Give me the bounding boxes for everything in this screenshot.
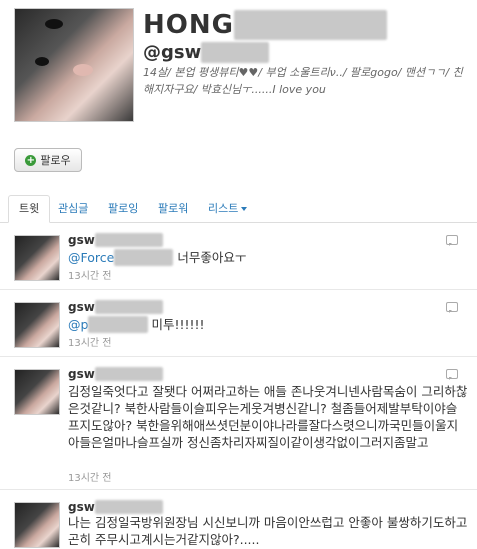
tweet-avatar[interactable] xyxy=(14,369,60,415)
tweet-body: 미투!!!!!! xyxy=(151,317,205,332)
tweet-avatar[interactable] xyxy=(14,502,60,548)
tweet-username-text: gsw xyxy=(68,233,95,247)
tab-lists[interactable]: 리스트 xyxy=(208,196,248,222)
tweet-body: 너무좋아요ㅜ xyxy=(177,250,247,265)
profile-tabs: 트윗 관심글 팔로잉 팔로워 리스트 xyxy=(0,192,477,223)
profile-handle-visible: @gsw xyxy=(143,42,202,63)
plus-icon: + xyxy=(25,154,37,166)
tweet-item: gsw■■■■■■ @Force■■■■■ 너무좋아요ㅜ 13시간 전 xyxy=(0,223,477,290)
redacted-handle: ■■■■ xyxy=(201,42,270,63)
avatar-detail xyxy=(35,57,49,66)
redacted-username: ■■■■■■ xyxy=(94,500,163,514)
tweet-item: gsw■■■■■■ 김정일죽엇다고 잘됏다 어쩌라고하는 애들 존나웃겨니넨사람… xyxy=(0,357,477,490)
profile-handle: @gsw■■■■ xyxy=(143,42,270,63)
tweet-text: @p■■■■■ 미투!!!!!! xyxy=(68,316,468,333)
tweet-username[interactable]: gsw■■■■■■ xyxy=(68,300,163,314)
tweet-username-text: gsw xyxy=(68,367,95,381)
tweet-item: gsw■■■■■■ @p■■■■■ 미투!!!!!! 13시간 전 xyxy=(0,290,477,357)
redacted-username: ■■■■■■ xyxy=(94,233,163,247)
tweet-avatar[interactable] xyxy=(14,235,60,281)
tweet-item: gsw■■■■■■ 나는 김정일국방위원장님 시신보니까 마음이안쓰럽고 안좋아… xyxy=(0,490,477,549)
profile-name: HONG■■■■■■ xyxy=(143,10,388,40)
tweet-timestamp[interactable]: 13시간 전 xyxy=(68,334,112,349)
reply-icon[interactable] xyxy=(446,369,458,380)
mention-link[interactable]: @p xyxy=(68,317,88,332)
redacted-mention: ■■■■■ xyxy=(88,316,148,333)
tab-lists-label: 리스트 xyxy=(208,202,239,215)
avatar-detail xyxy=(73,64,93,76)
profile-header: HONG■■■■■■ @gsw■■■■ 14살/ 본업 평생뷰티♥♥/ 부업 소… xyxy=(0,0,477,140)
mention-link[interactable]: @Force xyxy=(68,250,114,265)
tweet-username-text: gsw xyxy=(68,500,95,514)
chevron-down-icon xyxy=(241,207,248,211)
tweet-username[interactable]: gsw■■■■■■ xyxy=(68,367,163,381)
redacted-username: ■■■■■■ xyxy=(94,367,163,381)
tab-followers[interactable]: 팔로워 xyxy=(158,196,188,222)
tweet-timestamp[interactable]: 13시간 전 xyxy=(68,267,112,282)
avatar-detail xyxy=(45,19,63,29)
reply-icon[interactable] xyxy=(446,302,458,313)
tweet-timestamp[interactable]: 13시간 전 xyxy=(68,469,112,484)
profile-bio: 14살/ 본업 평생뷰티♥♥/ 부업 소울트리ν../ 팔로gogo/ 맨션ㄱㄱ… xyxy=(143,66,463,96)
redacted-name: ■■■■■■ xyxy=(233,10,388,40)
profile-avatar[interactable] xyxy=(14,8,134,122)
tab-following[interactable]: 팔로잉 xyxy=(108,196,138,222)
redacted-username: ■■■■■■ xyxy=(94,300,163,314)
tweet-username-text: gsw xyxy=(68,300,95,314)
follow-button-label: 팔로우 xyxy=(40,154,71,167)
tab-favorites[interactable]: 관심글 xyxy=(58,196,88,222)
tweet-username[interactable]: gsw■■■■■■ xyxy=(68,500,163,514)
profile-name-visible: HONG xyxy=(143,10,234,40)
follow-button[interactable]: + 팔로우 xyxy=(14,148,82,172)
tweet-text: @Force■■■■■ 너무좋아요ㅜ xyxy=(68,249,468,266)
reply-icon[interactable] xyxy=(446,235,458,246)
redacted-mention: ■■■■■ xyxy=(114,249,174,266)
tweet-username[interactable]: gsw■■■■■■ xyxy=(68,233,163,247)
tab-tweets[interactable]: 트윗 xyxy=(8,195,51,223)
tweet-avatar[interactable] xyxy=(14,302,60,348)
tweet-text: 나는 김정일국방위원장님 시신보니까 마음이안쓰럽고 안좋아 불쌍하기도하고 곤… xyxy=(68,515,468,547)
tweet-text: 김정일죽엇다고 잘됏다 어쩌라고하는 애들 존나웃겨니넨사람목숨이 그리하찮은것… xyxy=(68,384,468,450)
